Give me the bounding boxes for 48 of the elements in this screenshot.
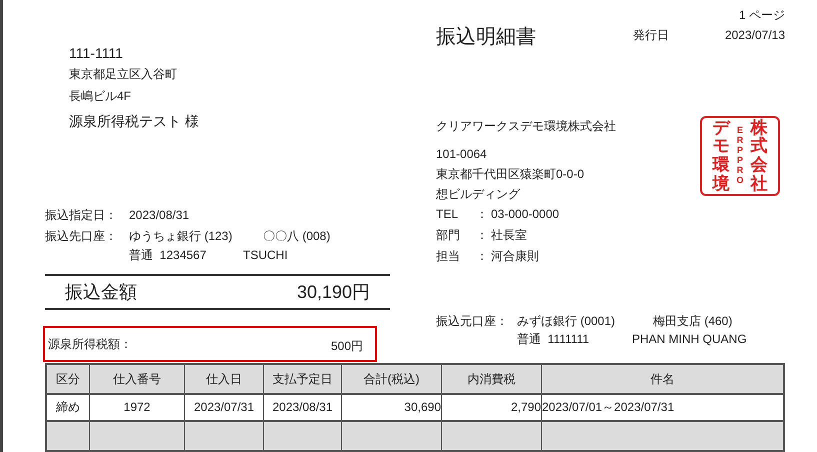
column-header: 合計(税込) (342, 365, 442, 393)
amount-value: 30,190円 (296, 280, 370, 304)
postal-code: 101-0064 (436, 146, 488, 163)
address-line: 東京都足立区入谷町 (69, 66, 178, 83)
branch-name: 〇〇八 (008) (263, 228, 330, 245)
contact-label: 部門 (436, 227, 461, 244)
recipient-name: 源泉所得税テスト 様 (69, 112, 200, 131)
account-number: 普通 1234567 (129, 247, 208, 264)
transfer-date: 2023/08/31 (129, 207, 190, 224)
bank-name: ゆうちょ銀行 (123) (129, 228, 234, 245)
account-number: 普通 1111111 (517, 331, 590, 348)
column-header: 仕入日 (185, 365, 264, 393)
contact-separator: ： (476, 227, 489, 244)
field-label: 振込指定日： (45, 207, 118, 224)
withholding-label: 源泉所得税額： (48, 336, 132, 353)
column-header: 区分 (47, 365, 90, 393)
column-header: 件名 (650, 371, 676, 388)
issue-date: 2023/07/13 (724, 27, 785, 44)
withholding-value: 500円 (330, 338, 363, 355)
contact-label: 担当 (436, 248, 461, 265)
contact-separator: ： (476, 248, 489, 265)
address-line: 東京都千代田区猿楽町0-0-0 (436, 166, 586, 183)
account-holder: TSUCHI (243, 247, 288, 264)
column-header: 支払予定日 (264, 365, 342, 393)
page-number: 1 ページ (738, 7, 785, 22)
branch-name: 梅田支店 (460) (653, 313, 732, 330)
field-label: 振込元口座： (436, 313, 509, 330)
column-header: 内消費税 (442, 365, 542, 393)
postal-code: 111-1111 (69, 44, 124, 63)
contact-value: 社長室 (491, 227, 527, 244)
field-label: 振込先口座： (45, 228, 118, 245)
contact-value: 河合康則 (491, 248, 539, 265)
building-name: 想ビルディング (436, 186, 522, 203)
contact-label: TEL (436, 206, 460, 223)
account-holder: PHAN MINH QUANG (632, 331, 747, 348)
amount-label: 振込金額 (65, 280, 137, 304)
column-header: 仕入番号 (90, 365, 185, 393)
address-line: 長嶋ビル4F (69, 88, 132, 105)
seal-text: ERPPRO (736, 126, 744, 186)
seal-text: デモ環境 (712, 118, 730, 194)
seal-text: 株式会社 (750, 118, 768, 194)
bank-name: みずほ銀行 (0001) (517, 313, 616, 330)
table-cell-text: 2023/07/01～2023/07/31 (542, 399, 676, 416)
contact-value: 03-000-0000 (491, 206, 560, 223)
document-title: 振込明細書 (436, 25, 537, 50)
issue-date-label: 発行日 (633, 27, 670, 44)
company-name: クリアワークスデモ環境株式会社 (436, 118, 617, 135)
contact-separator: ： (476, 206, 489, 223)
